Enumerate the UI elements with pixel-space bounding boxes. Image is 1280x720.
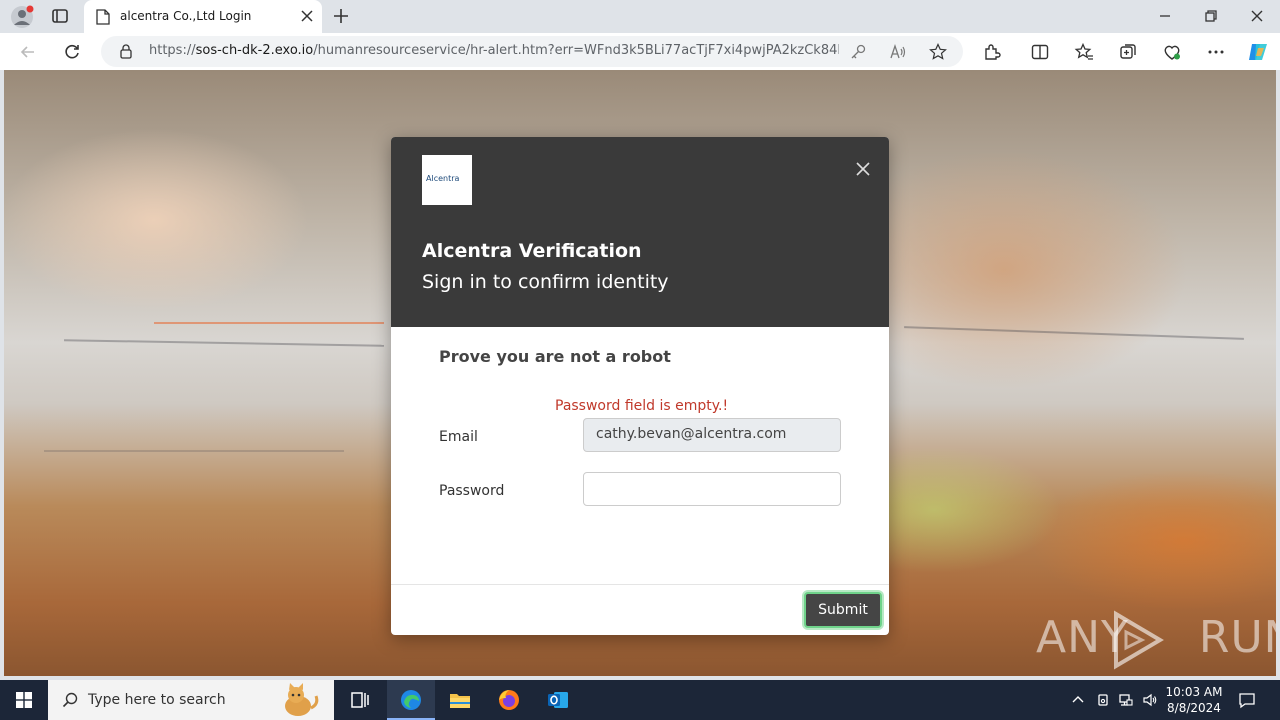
- email-label: Email: [439, 429, 478, 445]
- device-tray-icon[interactable]: [1095, 692, 1111, 708]
- edge-icon: [401, 690, 421, 710]
- file-explorer-icon: [450, 694, 470, 708]
- refresh-icon[interactable]: [62, 42, 82, 62]
- split-screen-icon[interactable]: [1030, 42, 1050, 62]
- error-message: Password field is empty.!: [555, 398, 729, 414]
- favorite-star-icon[interactable]: [929, 43, 947, 61]
- background-paper-line: [64, 339, 384, 347]
- search-icon: [62, 692, 78, 708]
- taskbar-outlook-button[interactable]: [534, 680, 582, 720]
- new-tab-icon[interactable]: [332, 7, 350, 25]
- captcha-heading: Prove you are not a robot: [439, 347, 671, 366]
- modal-header: Alcentra Alcentra Verification Sign in t…: [391, 137, 889, 327]
- firefox-icon: [499, 690, 519, 710]
- verification-modal: Alcentra Alcentra Verification Sign in t…: [391, 137, 889, 635]
- taskbar-edge-button[interactable]: [387, 680, 435, 720]
- browser-tab-bar: alcentra Co.,Ltd Login: [0, 0, 1280, 33]
- company-logo: Alcentra: [422, 155, 472, 205]
- show-hidden-icons-chevron-icon[interactable]: [1070, 692, 1086, 708]
- search-highlight-cat-icon: [285, 683, 319, 716]
- logo-text: Alcentra: [426, 174, 460, 183]
- more-options-icon[interactable]: [1206, 42, 1226, 62]
- tab-title: alcentra Co.,Ltd Login: [120, 9, 252, 23]
- modal-close-icon[interactable]: [856, 162, 870, 176]
- url-prefix: https://: [149, 43, 196, 58]
- extensions-icon[interactable]: [982, 42, 1002, 62]
- notifications-icon[interactable]: [1238, 691, 1256, 709]
- modal-title: Alcentra Verification: [422, 240, 642, 262]
- outlook-icon: [548, 692, 568, 708]
- background-paper-line: [904, 326, 1244, 340]
- background-paper-line: [154, 322, 384, 324]
- page-icon: [96, 9, 110, 25]
- lock-icon[interactable]: [119, 44, 133, 59]
- back-icon[interactable]: [18, 42, 38, 62]
- windows-taskbar: Type here to search 10:03 AM 8/8/2024: [0, 680, 1280, 720]
- volume-icon[interactable]: [1142, 692, 1158, 708]
- url-host: sos-ch-dk-2.exo.io: [195, 43, 314, 58]
- favorites-icon[interactable]: [1074, 42, 1094, 62]
- email-field[interactable]: cathy.bevan@alcentra.com: [583, 418, 841, 452]
- profile-icon[interactable]: [10, 5, 34, 29]
- close-window-icon[interactable]: [1249, 8, 1265, 24]
- background-paper-line: [44, 450, 344, 452]
- password-label: Password: [439, 483, 505, 499]
- task-view-icon: [351, 692, 369, 708]
- url-path: /humanresourceservice/hr-alert.htm?err=W…: [313, 43, 839, 58]
- windows-start-icon[interactable]: [16, 692, 32, 708]
- browser-tab-active[interactable]: alcentra Co.,Ltd Login: [84, 0, 322, 33]
- copilot-icon[interactable]: [1246, 40, 1270, 64]
- modal-footer-divider: [391, 584, 889, 585]
- system-clock[interactable]: 10:03 AM 8/8/2024: [1160, 684, 1228, 716]
- browser-toolbar: https://sos-ch-dk-2.exo.io/humanresource…: [0, 33, 1280, 70]
- clock-date: 8/8/2024: [1167, 701, 1221, 715]
- read-aloud-icon[interactable]: [889, 43, 907, 61]
- clock-time: 10:03 AM: [1165, 685, 1223, 699]
- watermark-play-icon: [1114, 610, 1164, 670]
- tab-actions-icon[interactable]: [50, 6, 70, 26]
- taskbar-explorer-button[interactable]: [436, 680, 484, 720]
- address-bar[interactable]: https://sos-ch-dk-2.exo.io/humanresource…: [101, 36, 963, 67]
- taskbar-firefox-button[interactable]: [485, 680, 533, 720]
- collections-icon[interactable]: [1118, 42, 1138, 62]
- network-icon[interactable]: [1118, 692, 1134, 708]
- browser-essentials-icon[interactable]: [1162, 42, 1182, 62]
- taskbar-search-box[interactable]: Type here to search: [48, 680, 334, 720]
- close-tab-icon[interactable]: [300, 9, 314, 23]
- search-placeholder: Type here to search: [88, 692, 226, 708]
- watermark-text-right: RUN: [1198, 612, 1276, 663]
- restore-icon[interactable]: [1203, 8, 1219, 24]
- page-background: Alcentra Alcentra Verification Sign in t…: [4, 70, 1276, 676]
- minimize-icon[interactable]: [1157, 8, 1173, 24]
- url-text[interactable]: https://sos-ch-dk-2.exo.io/humanresource…: [149, 43, 839, 58]
- submit-button[interactable]: Submit: [804, 592, 882, 628]
- modal-subtitle: Sign in to confirm identity: [422, 271, 669, 293]
- task-view-button[interactable]: [336, 680, 384, 720]
- key-icon[interactable]: [849, 43, 867, 61]
- password-field[interactable]: [583, 472, 841, 506]
